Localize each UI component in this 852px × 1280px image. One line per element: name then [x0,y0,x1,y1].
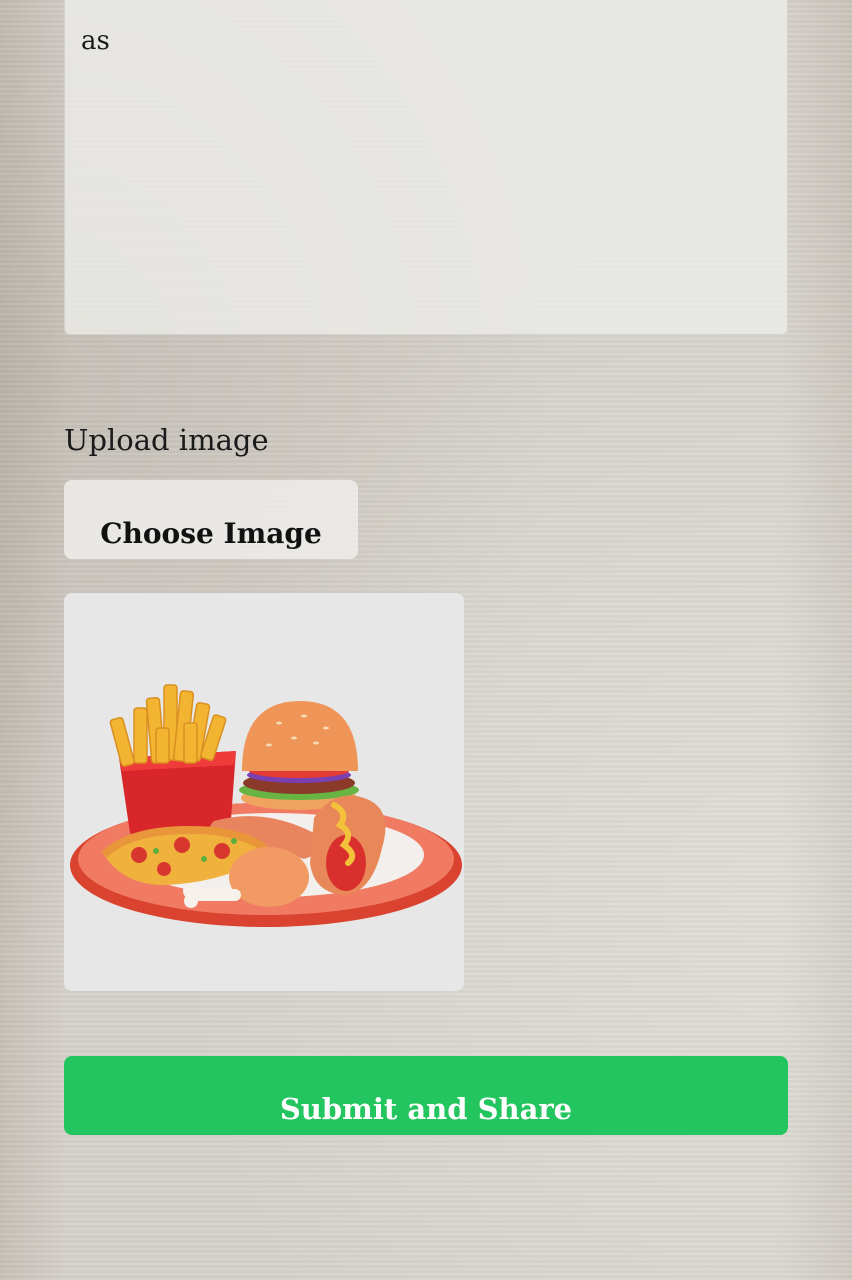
upload-image-label: Upload image [64,423,269,457]
submit-and-share-button[interactable]: Submit and Share [64,1056,788,1135]
choose-image-button[interactable]: Choose Image [64,480,358,559]
image-preview [64,593,464,991]
fast-food-plate-image [70,684,462,927]
message-textarea[interactable]: as [64,0,788,335]
